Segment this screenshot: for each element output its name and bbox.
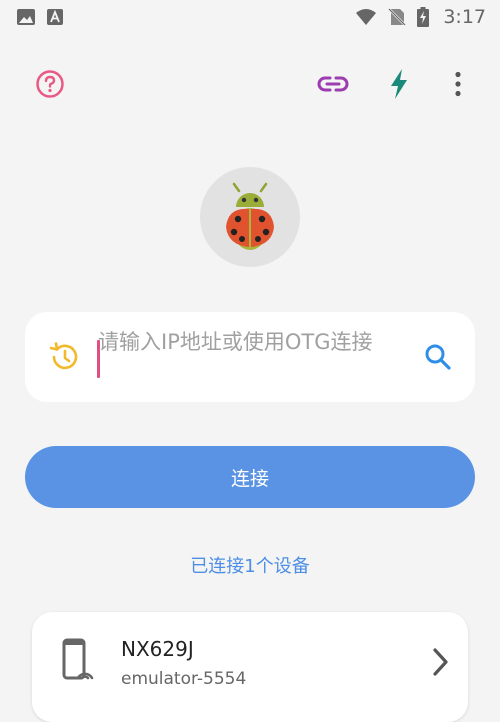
link-button[interactable] [315,66,351,102]
more-options-button[interactable] [440,66,476,102]
connected-count-link[interactable]: 已连接1个设备 [0,552,500,578]
address-input-card: 请输入IP地址或使用OTG连接 [25,312,475,402]
device-id: emulator-5554 [121,669,247,689]
help-icon [36,70,64,98]
help-button[interactable] [32,66,68,102]
history-icon [49,342,78,370]
history-button[interactable] [47,340,81,374]
no-sim-icon [388,8,407,26]
text-icon [47,9,63,25]
search-button[interactable] [423,342,453,372]
ladybug-android-icon [226,182,274,250]
more-icon [455,71,461,97]
status-bar: 3:17 [0,0,500,34]
phone-wireless-icon [62,638,94,680]
search-icon [425,344,451,370]
address-input[interactable]: 请输入IP地址或使用OTG连接 [98,328,398,357]
app-logo [200,167,300,267]
device-name: NX629J [121,637,194,661]
status-right: 3:17 [355,6,486,28]
wifi-icon [356,9,377,25]
top-toolbar [0,56,500,110]
link-icon [317,76,349,92]
chevron-right-icon [433,648,448,676]
connect-button[interactable]: 连接 [25,446,475,508]
status-time: 3:17 [443,6,486,28]
device-list-item[interactable]: NX629J emulator-5554 [32,612,468,722]
image-icon [17,9,35,25]
status-left [16,8,64,26]
bolt-icon [391,69,407,99]
battery-charging-icon [417,7,430,27]
bolt-button[interactable] [381,66,417,102]
